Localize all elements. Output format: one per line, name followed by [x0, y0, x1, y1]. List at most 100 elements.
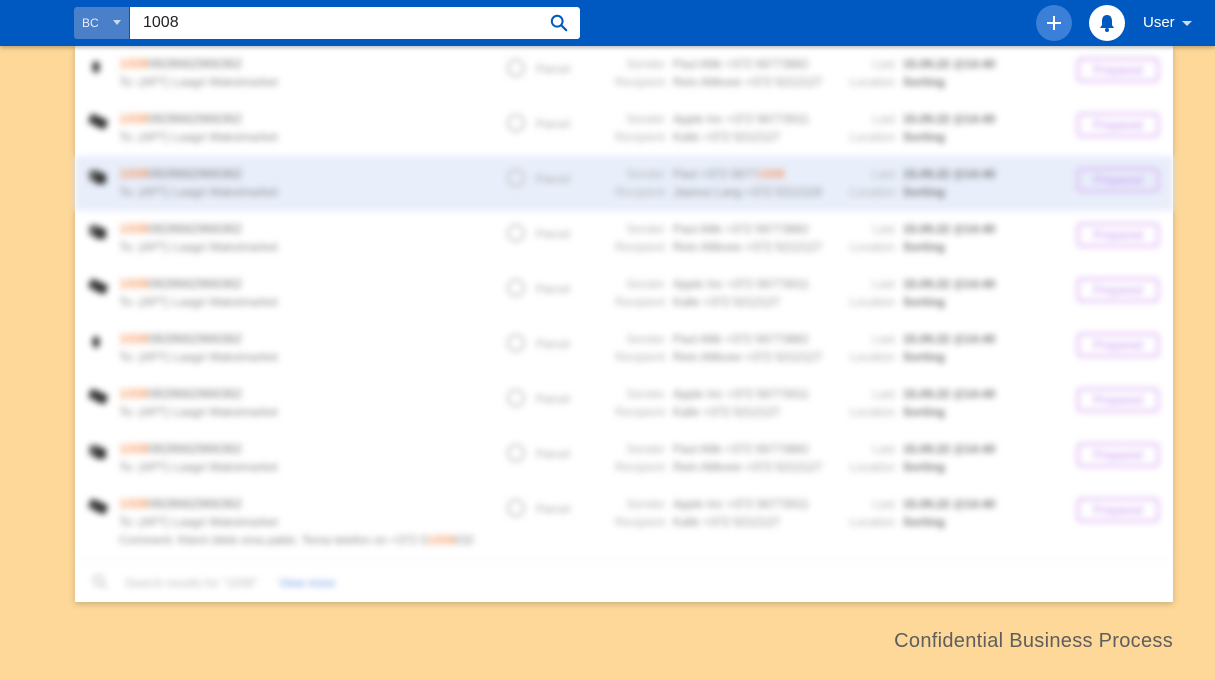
parcel-id[interactable]: 10080828662966362 — [119, 221, 242, 236]
location-value: Sorting — [903, 295, 945, 309]
destination: To: (APT) Laagri Maksimarket — [119, 185, 278, 199]
result-row[interactable]: 10080828662966362 To: (APT) Laagri Maksim… — [75, 486, 1173, 556]
location-value: Sorting — [903, 350, 945, 364]
last-update-value: 15.09.22 @14:40 — [903, 222, 996, 236]
parcel-id[interactable]: 10080828662966362 — [119, 331, 242, 346]
chevron-down-icon — [113, 20, 121, 25]
status-badge: Prepared — [1077, 333, 1159, 357]
sender-value: Paul +372 56771008 — [673, 167, 784, 181]
recipient-value: Rein Allikvee +372 5212127 — [673, 240, 823, 254]
results-footer: Search results for "1008" View more — [75, 561, 1173, 602]
result-row[interactable]: 10080828662966362 To: (APT) Laagri Maksim… — [75, 46, 1173, 101]
parcel-id[interactable]: 10080828662966362 — [119, 276, 242, 291]
globe-icon — [507, 499, 525, 517]
comment-text: Klient ütleb oma pakki. Tema telefon on … — [177, 533, 428, 547]
sender-value: Apple Inc +372 56773011 — [673, 112, 809, 126]
result-row[interactable]: 10080828662966362 To: (APT) Laagri Maksim… — [75, 431, 1173, 486]
parcel-kind: Parcel — [536, 502, 571, 516]
last-label: Last — [872, 332, 895, 346]
result-row[interactable]: 10080828662966362 To: (APT) Laagri Maksim… — [75, 211, 1173, 266]
recipient-value: Kalle +372 5212127 — [673, 295, 781, 309]
last-label: Last — [872, 112, 895, 126]
chevron-down-icon[interactable] — [1182, 21, 1192, 26]
scope-selector[interactable]: BC — [74, 7, 129, 39]
search-icon — [92, 574, 108, 590]
location-label: Location — [849, 75, 895, 89]
search-input[interactable] — [130, 7, 530, 39]
parcel-id[interactable]: 10080828662966362 — [119, 386, 242, 401]
result-row[interactable]: 10080828662966362 To: (APT) Laagri Maksim… — [75, 156, 1173, 211]
parcel-id[interactable]: 10080828662966362 — [119, 166, 242, 181]
recipient-value: Jaanus Lang +372 5212119 — [673, 185, 822, 199]
match-highlight: 1008 — [119, 386, 148, 401]
location-label: Location — [849, 185, 895, 199]
search-results-panel: 10080828662966362 To: (APT) Laagri Maksim… — [75, 46, 1173, 602]
location-value: Sorting — [903, 515, 945, 529]
sender-label: Sender — [626, 497, 665, 511]
search-box — [130, 7, 580, 39]
parcel-icon — [87, 112, 111, 130]
result-row[interactable]: 10080828662966362 To: (APT) Laagri Maksim… — [75, 376, 1173, 431]
parcel-id-rest: 0828662966362 — [147, 276, 242, 291]
parcel-icon — [87, 497, 111, 515]
last-label: Last — [872, 387, 895, 401]
parcel-id-rest: 0828662966362 — [147, 56, 242, 71]
last-label: Last — [872, 167, 895, 181]
destination: To: (APT) Laagri Maksimarket — [119, 350, 278, 364]
parcel-id-rest: 0828662966362 — [147, 496, 242, 511]
add-button[interactable] — [1036, 5, 1072, 41]
match-highlight: 1008 — [119, 111, 148, 126]
sender-text: Apple Inc +372 56773011 — [673, 112, 810, 126]
user-menu[interactable]: User — [1143, 14, 1175, 31]
globe-icon — [507, 334, 525, 352]
parcel-id[interactable]: 10080828662966362 — [119, 441, 242, 456]
sender-value: Apple Inc +372 56773011 — [673, 497, 809, 511]
recipient-label: Recipient — [614, 75, 665, 89]
parcel-id-rest: 0828662966362 — [147, 166, 242, 181]
sender-value: Paul Allik +372 56773882 — [673, 332, 809, 346]
recipient-label: Recipient — [614, 515, 665, 529]
parcel-id[interactable]: 10080828662966362 — [119, 111, 242, 126]
parcel-id-rest: 0828662966362 — [147, 331, 242, 346]
parcel-id[interactable]: 10080828662966362 — [119, 56, 242, 71]
comment-label: Comment: — [119, 533, 175, 547]
parcel-icon — [87, 222, 111, 240]
parcel-kind: Parcel — [536, 172, 571, 186]
recipient-value: Kalle +372 5212127 — [673, 130, 781, 144]
parcel-kind: Parcel — [536, 282, 571, 296]
sender-text: Apple Inc +372 56773011 — [673, 387, 810, 401]
top-bar: BC User — [0, 0, 1215, 46]
last-label: Last — [872, 497, 895, 511]
recipient-label: Recipient — [614, 350, 665, 364]
location-label: Location — [849, 515, 895, 529]
confidential-watermark: Confidential Business Process — [894, 630, 1173, 652]
recipient-value: Kalle +372 5212127 — [673, 515, 781, 529]
last-label: Last — [872, 442, 895, 456]
view-more-link[interactable]: View more — [279, 576, 335, 590]
last-update-value: 15.09.22 @14:40 — [903, 442, 996, 456]
search-icon[interactable] — [550, 14, 568, 32]
notifications-button[interactable] — [1089, 5, 1125, 41]
scope-label: BC — [82, 16, 99, 30]
sender-label: Sender — [626, 332, 665, 346]
parcel-id[interactable]: 10080828662966362 — [119, 496, 242, 511]
sender-text: Paul Allik +372 56773882 — [673, 57, 809, 71]
location-label: Location — [849, 130, 895, 144]
status-badge: Prepared — [1077, 443, 1159, 467]
destination: To: (APT) Laagri Maksimarket — [119, 240, 278, 254]
result-row[interactable]: 10080828662966362 To: (APT) Laagri Maksim… — [75, 101, 1173, 156]
location-value: Sorting — [903, 130, 945, 144]
parcel-icon — [87, 332, 111, 350]
sender-text: Paul Allik +372 56773882 — [673, 222, 809, 236]
last-update-value: 15.09.22 @14:40 — [903, 112, 996, 126]
status-badge: Prepared — [1077, 113, 1159, 137]
parcel-id-rest: 0828662966362 — [147, 441, 242, 456]
last-label: Last — [872, 57, 895, 71]
sender-label: Sender — [626, 222, 665, 236]
recipient-label: Recipient — [614, 460, 665, 474]
match-highlight: 1008 — [119, 496, 148, 511]
result-row[interactable]: 10080828662966362 To: (APT) Laagri Maksim… — [75, 266, 1173, 321]
status-badge: Prepared — [1077, 278, 1159, 302]
result-row[interactable]: 10080828662966362 To: (APT) Laagri Maksim… — [75, 321, 1173, 376]
sender-value: Apple Inc +372 56773011 — [673, 277, 809, 291]
